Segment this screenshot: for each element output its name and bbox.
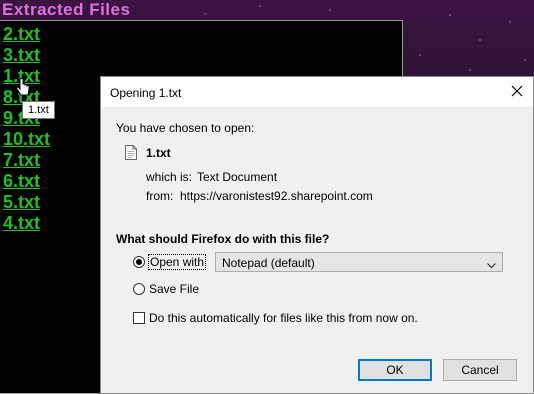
dialog-title: Opening 1.txt	[110, 86, 182, 100]
open-with-label[interactable]: Open with	[148, 254, 207, 270]
cancel-button[interactable]: Cancel	[443, 359, 517, 381]
auto-action-label[interactable]: Do this automatically for files like thi…	[149, 311, 418, 325]
link-tooltip: 1.txt	[22, 101, 55, 119]
file-link-4[interactable]: 4.txt	[3, 213, 40, 233]
hand-cursor-icon	[16, 78, 30, 102]
file-link-6[interactable]: 6.txt	[3, 171, 40, 191]
open-with-app-value: Notepad (default)	[222, 256, 315, 270]
action-question: What should Firefox do with this file?	[116, 232, 330, 246]
from-label: from:	[146, 189, 174, 203]
ok-button[interactable]: OK	[358, 359, 432, 381]
text-file-icon	[125, 145, 137, 163]
file-link-10[interactable]: 10.txt	[3, 129, 50, 149]
save-file-label[interactable]: Save File	[149, 282, 199, 296]
source-url: https://varonistest92.sharepoint.com	[180, 189, 373, 203]
file-name: 1.txt	[146, 146, 171, 160]
open-file-dialog: Opening 1.txt You have chosen to open: 1…	[100, 76, 534, 394]
close-icon[interactable]	[511, 85, 523, 100]
file-link-3[interactable]: 3.txt	[3, 45, 40, 65]
file-type-value: Text Document	[197, 170, 278, 184]
which-is-label: which is:	[146, 170, 193, 184]
open-with-radio[interactable]	[133, 256, 145, 268]
open-with-app-select[interactable]: Notepad (default)	[215, 252, 503, 272]
file-link-7[interactable]: 7.txt	[3, 150, 40, 170]
intro-text: You have chosen to open:	[116, 121, 255, 135]
file-link-2[interactable]: 2.txt	[3, 24, 40, 44]
page-title: Extracted Files	[2, 0, 131, 19]
auto-action-checkbox[interactable]	[133, 312, 145, 324]
chevron-down-icon	[487, 258, 496, 272]
save-file-radio[interactable]	[133, 283, 145, 295]
dialog-title-bar: Opening 1.txt	[101, 77, 533, 107]
file-link-5[interactable]: 5.txt	[3, 192, 40, 212]
